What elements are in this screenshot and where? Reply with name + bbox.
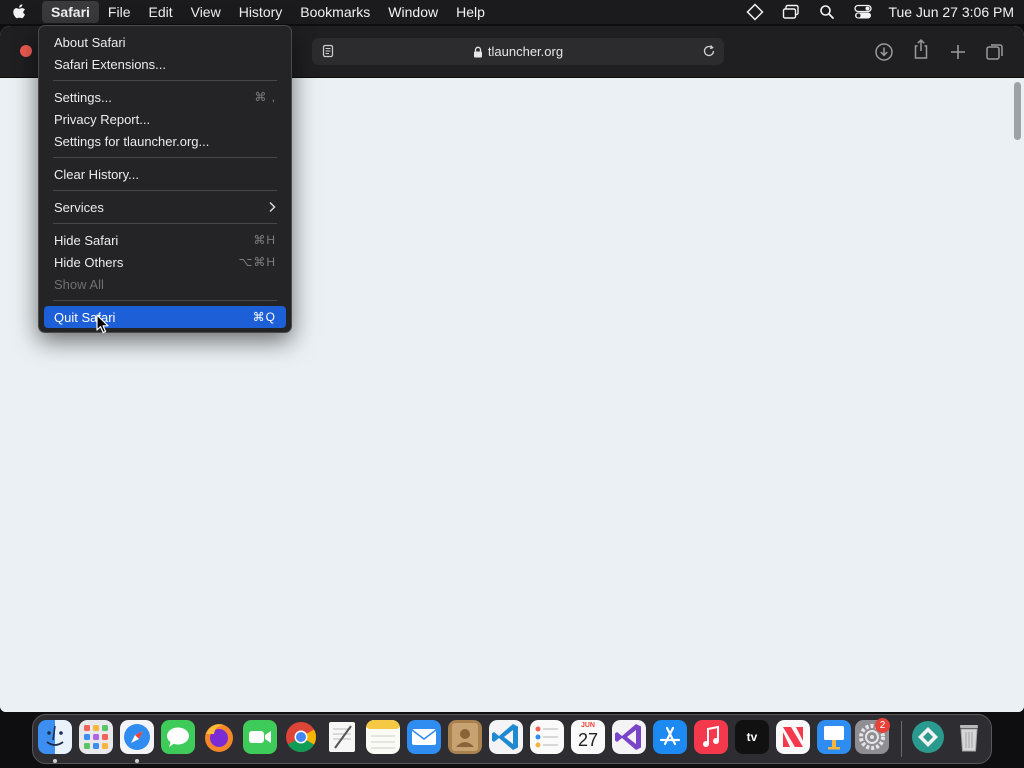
contacts-icon[interactable] — [448, 720, 482, 754]
menu-item-label: Settings for tlauncher.org... — [54, 133, 210, 149]
firefox-icon[interactable] — [202, 720, 236, 754]
downloads-icon[interactable] — [874, 42, 894, 62]
menu-window[interactable]: Window — [379, 1, 447, 23]
menu-item-settings-for-site[interactable]: Settings for tlauncher.org... — [44, 130, 286, 152]
menu-history[interactable]: History — [230, 1, 292, 23]
dock: JUN 27 tv 2 — [32, 714, 992, 764]
address-bar[interactable]: tlauncher.org — [312, 38, 724, 65]
reload-icon[interactable] — [702, 44, 716, 58]
menu-item-label: Show All — [54, 276, 104, 292]
safari-app-menu: About Safari Safari Extensions... Settin… — [38, 25, 292, 333]
address-url: tlauncher.org — [487, 44, 564, 59]
menu-separator — [53, 223, 277, 224]
lock-icon — [473, 46, 483, 58]
mouse-pointer-icon — [96, 314, 110, 334]
menu-item-label: Services — [54, 199, 104, 215]
menu-item-clear-history[interactable]: Clear History... — [44, 163, 286, 185]
finder-icon[interactable] — [38, 720, 72, 754]
menu-item-label: Hide Others — [54, 254, 124, 270]
menu-item-label: About Safari — [54, 34, 126, 50]
menu-edit[interactable]: Edit — [139, 1, 181, 23]
menu-item-label: Safari Extensions... — [54, 56, 166, 72]
menu-item-settings[interactable]: Settings... ⌘ , — [44, 86, 286, 108]
reminders-icon[interactable] — [530, 720, 564, 754]
visual-studio-icon[interactable] — [612, 720, 646, 754]
menu-item-hide-others[interactable]: Hide Others ⌥⌘H — [44, 251, 286, 273]
menu-item-shortcut: ⌘ , — [254, 90, 276, 104]
app-store-icon[interactable] — [653, 720, 687, 754]
dock-separator — [901, 721, 902, 757]
menu-item-label: Hide Safari — [54, 232, 119, 248]
menu-item-label: Clear History... — [54, 166, 139, 182]
menu-item-shortcut: ⌘Q — [252, 310, 276, 324]
music-icon[interactable] — [694, 720, 728, 754]
trash-icon[interactable] — [952, 720, 986, 754]
new-tab-icon[interactable] — [948, 42, 968, 62]
screen-mirroring-icon[interactable] — [780, 2, 802, 22]
safari-dock-icon[interactable] — [120, 720, 154, 754]
menu-item-show-all: Show All — [44, 273, 286, 295]
news-icon[interactable] — [776, 720, 810, 754]
tab-overview-icon[interactable] — [985, 42, 1005, 62]
menu-item-quit-safari[interactable]: Quit Safari ⌘Q — [44, 306, 286, 328]
window-close-button[interactable] — [20, 45, 32, 57]
running-indicator — [53, 759, 57, 763]
apple-tv-icon[interactable]: tv — [735, 720, 769, 754]
chevron-right-icon — [268, 201, 276, 213]
menu-item-shortcut: ⌥⌘H — [238, 255, 276, 269]
menu-item-hide-safari[interactable]: Hide Safari ⌘H — [44, 229, 286, 251]
menu-item-privacy-report[interactable]: Privacy Report... — [44, 108, 286, 130]
launchpad-icon[interactable] — [79, 720, 113, 754]
apple-tv-label: tv — [746, 730, 758, 744]
mail-icon[interactable] — [407, 720, 441, 754]
calendar-day: 27 — [577, 730, 599, 750]
menu-bar-clock[interactable]: Tue Jun 27 3:06 PM — [888, 4, 1014, 20]
apple-logo-icon[interactable] — [0, 0, 40, 24]
calendar-icon[interactable]: JUN 27 — [571, 720, 605, 754]
vertical-scrollbar[interactable] — [1014, 82, 1021, 140]
menu-item-safari-extensions[interactable]: Safari Extensions... — [44, 53, 286, 75]
running-indicator — [135, 759, 139, 763]
diamond-icon[interactable] — [744, 2, 766, 22]
menu-bar-status-area: Tue Jun 27 3:06 PM — [744, 0, 1014, 24]
control-center-icon[interactable] — [852, 2, 874, 22]
notification-badge: 2 — [875, 718, 890, 733]
menu-item-about-safari[interactable]: About Safari — [44, 31, 286, 53]
menu-separator — [53, 300, 277, 301]
menu-item-label: Settings... — [54, 89, 112, 105]
menu-safari[interactable]: Safari — [42, 1, 99, 23]
menu-file[interactable]: File — [99, 1, 140, 23]
reader-icon[interactable] — [321, 44, 335, 58]
calendar-month: JUN — [580, 722, 595, 729]
share-icon[interactable] — [911, 38, 931, 59]
desktop-screen: Safari File Edit View History Bookmarks … — [0, 0, 1024, 768]
menu-view[interactable]: View — [182, 1, 230, 23]
menu-help[interactable]: Help — [447, 1, 494, 23]
menu-separator — [53, 157, 277, 158]
menu-item-label: Privacy Report... — [54, 111, 151, 127]
keynote-icon[interactable] — [817, 720, 851, 754]
messages-icon[interactable] — [161, 720, 195, 754]
notes-icon[interactable] — [366, 720, 400, 754]
menu-bookmarks[interactable]: Bookmarks — [291, 1, 379, 23]
menu-item-shortcut: ⌘H — [253, 233, 276, 247]
menu-separator — [53, 80, 277, 81]
spotlight-search-icon[interactable] — [816, 2, 838, 22]
menu-bar: Safari File Edit View History Bookmarks … — [0, 0, 1024, 24]
menu-item-services[interactable]: Services — [44, 196, 286, 218]
chrome-icon[interactable] — [284, 720, 318, 754]
download-manager-icon[interactable] — [911, 720, 945, 754]
menu-separator — [53, 190, 277, 191]
textedit-icon[interactable] — [325, 720, 359, 754]
vscode-icon[interactable] — [489, 720, 523, 754]
facetime-icon[interactable] — [243, 720, 277, 754]
